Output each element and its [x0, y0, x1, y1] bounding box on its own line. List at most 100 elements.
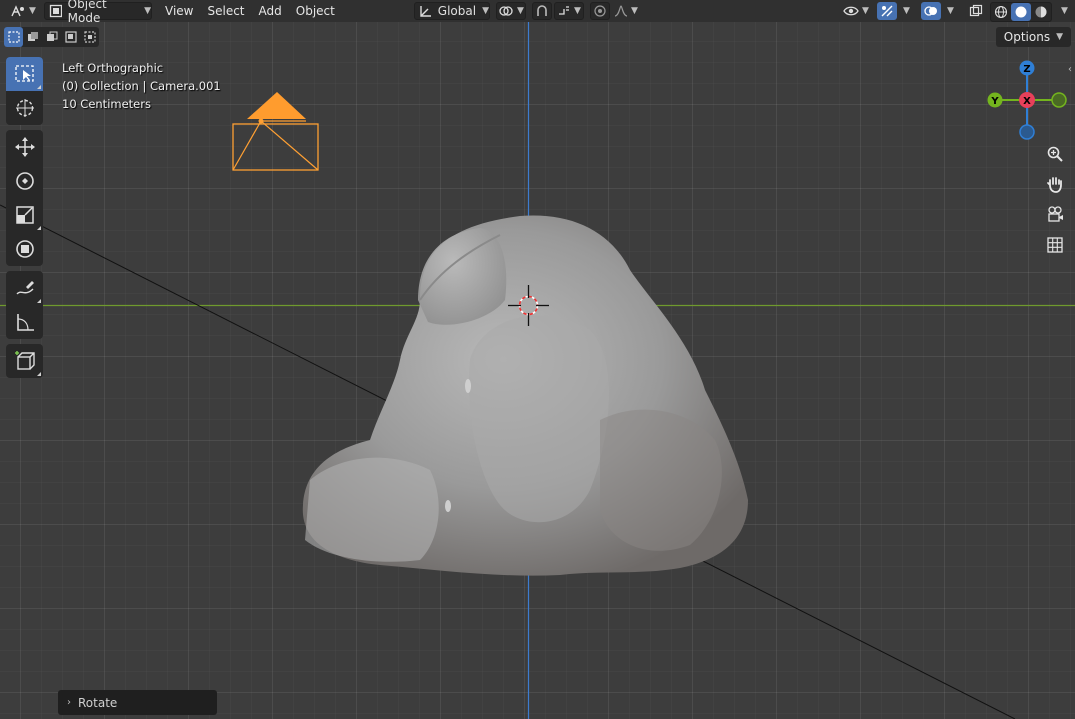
wireframe-shading-icon [994, 5, 1008, 19]
select-box-tool[interactable] [6, 57, 43, 91]
gizmo-neg-y-axis[interactable] [1051, 92, 1067, 108]
gizmo-toggle[interactable] [877, 2, 897, 20]
select-box-icon [14, 65, 34, 82]
scale-icon [15, 206, 34, 224]
pivot-icon [499, 6, 513, 16]
options-label: Options [1003, 30, 1051, 44]
chevron-down-icon: ▼ [903, 6, 910, 16]
gizmo-x-label: X [1023, 96, 1031, 107]
gizmo-y-label: Y [990, 96, 999, 107]
zoom-icon [1047, 146, 1063, 162]
select-new-button[interactable] [4, 27, 23, 47]
mode-label: Object Mode [67, 0, 107, 25]
chevron-down-icon: ▼ [517, 6, 524, 16]
chevron-down-icon: ▼ [574, 6, 581, 16]
last-operator-label: Rotate [78, 695, 118, 710]
tool-group-add [6, 344, 43, 378]
select-invert-button[interactable] [61, 27, 80, 47]
gizmo-dropdown[interactable]: ▼ [898, 2, 912, 20]
chevron-down-icon: ▼ [947, 6, 954, 16]
visibility-dropdown[interactable]: ▼ [840, 2, 872, 20]
overlay-icon [924, 6, 937, 16]
xray-toggle[interactable] [966, 2, 986, 20]
move-icon [14, 137, 35, 157]
overlay-dropdown[interactable]: ▼ [942, 2, 956, 20]
rotate-icon [15, 172, 34, 190]
menu-add[interactable]: Add [252, 0, 289, 22]
chevron-down-icon: ▼ [1056, 32, 1063, 42]
view-name: Left Orthographic [62, 61, 164, 75]
ortho-toggle-button[interactable] [1042, 232, 1068, 258]
solid-shading-button[interactable] [1011, 3, 1031, 21]
collection-info: (0) Collection | Camera.001 [62, 79, 221, 93]
transform-tool[interactable] [6, 232, 43, 266]
shading-dropdown[interactable]: ▼ [1055, 2, 1071, 20]
measure-tool[interactable] [6, 305, 43, 339]
rotate-tool[interactable] [6, 164, 43, 198]
cursor-icon [15, 99, 34, 117]
camera-view-button[interactable] [1042, 201, 1068, 227]
camera-view-icon [1048, 206, 1063, 222]
transform-orientation-label: Global [437, 4, 477, 18]
editor-type-button[interactable]: ▼ [6, 2, 40, 20]
select-extend-icon [27, 32, 38, 41]
move-tool[interactable] [6, 130, 43, 164]
add-cube-icon [14, 351, 35, 370]
viewport-info: Left Orthographic (0) Collection | Camer… [62, 59, 221, 113]
chevron-down-icon: ▼ [862, 6, 869, 16]
object-mode-icon [49, 4, 62, 18]
proportional-falloff-dropdown[interactable]: ▼ [612, 2, 640, 20]
material-shading-button[interactable] [1031, 3, 1051, 21]
menu-object[interactable]: Object [289, 0, 342, 22]
menu-select[interactable]: Select [200, 0, 251, 22]
select-new-icon [7, 31, 20, 43]
mode-dropdown[interactable]: Object Mode ▼ [44, 0, 152, 25]
pan-hand-icon [1047, 177, 1062, 193]
proportional-edit-toggle[interactable] [590, 2, 610, 20]
tool-group-select [6, 57, 43, 125]
solid-shading-icon [1015, 6, 1027, 18]
options-dropdown[interactable]: Options ▼ [995, 27, 1071, 47]
sidebar-toggle[interactable]: ‹ [1068, 64, 1072, 75]
snap-target-icon [559, 6, 570, 15]
chevron-down-icon: ▼ [482, 6, 489, 16]
chevron-down-icon: ▼ [1061, 6, 1068, 16]
cursor-tool[interactable] [6, 91, 43, 125]
chevron-down-icon: ▼ [29, 6, 36, 16]
snap-target-dropdown[interactable]: ▼ [554, 2, 584, 20]
tool-group-annotate [6, 271, 43, 339]
wireframe-shading-button[interactable] [991, 3, 1011, 21]
select-invert-icon [64, 31, 77, 43]
zoom-button[interactable] [1042, 141, 1068, 167]
3d-viewport[interactable]: ▼ Object Mode ▼ View Select Add Object G… [0, 0, 1075, 719]
header-menu: View Select Add Object [158, 0, 342, 22]
select-intersect-icon [83, 31, 96, 43]
sculpt-mesh[interactable] [302, 215, 748, 576]
select-subtract-button[interactable] [42, 27, 61, 47]
editor-type-icon [11, 5, 25, 17]
pan-button[interactable] [1042, 171, 1068, 197]
measure-icon [16, 314, 34, 331]
viewport-header: ▼ Object Mode ▼ View Select Add Object G… [0, 0, 1075, 25]
snap-icon [537, 5, 547, 16]
add-cube-tool[interactable] [6, 344, 43, 378]
select-intersect-button[interactable] [80, 27, 99, 47]
gizmo-neg-z-axis[interactable] [1019, 124, 1035, 140]
shading-modes [990, 2, 1052, 22]
selection-modes [4, 27, 99, 47]
last-operator-panel[interactable]: › Rotate [58, 690, 217, 715]
annotate-tool[interactable] [6, 271, 43, 305]
navigation-gizmo[interactable]: Z Y X [982, 56, 1072, 146]
transform-orientation-dropdown[interactable]: Global ▼ [414, 2, 490, 20]
grid-scale-info: 10 Centimeters [62, 97, 151, 111]
chevron-down-icon: ▼ [631, 6, 638, 16]
snap-toggle[interactable] [532, 2, 552, 20]
select-extend-button[interactable] [23, 27, 42, 47]
scale-tool[interactable] [6, 198, 43, 232]
overlay-toggle[interactable] [921, 2, 941, 20]
pivot-point-dropdown[interactable]: ▼ [496, 2, 526, 20]
gizmo-z-label: Z [1023, 64, 1030, 75]
proportional-edit-icon [594, 5, 606, 17]
menu-view[interactable]: View [158, 0, 200, 22]
camera-object[interactable] [232, 92, 319, 171]
